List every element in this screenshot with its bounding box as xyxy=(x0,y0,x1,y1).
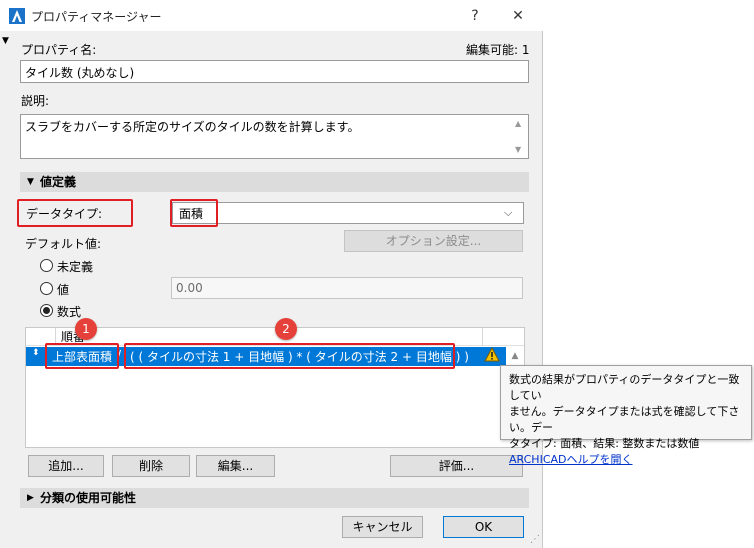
archicad-logo-icon xyxy=(9,8,25,24)
radio-undefined-label: 未定義 xyxy=(57,260,94,274)
expression-highlight xyxy=(124,343,455,369)
resize-grip-icon[interactable]: ⋰ xyxy=(530,535,540,545)
warning-icon[interactable] xyxy=(484,347,500,362)
cancel-button[interactable]: キャンセル xyxy=(342,516,423,538)
radio-formula[interactable] xyxy=(40,304,53,317)
window-title: プロパティマネージャー xyxy=(31,10,162,24)
help-button[interactable]: ? xyxy=(466,7,484,25)
description-text: スラブをカバーする所定のサイズのタイルの数を計算します。 xyxy=(25,120,360,134)
classification-label: 分類の使用可能性 xyxy=(40,491,137,505)
scroll-down-icon[interactable]: ▼ xyxy=(515,145,521,154)
title-bar: プロパティマネージャー ? ✕ xyxy=(0,0,543,31)
help-link[interactable]: ARCHICADヘルプを開く xyxy=(509,452,743,468)
warning-tooltip: 数式の結果がプロパティのデータタイプと一致してい ません。データタイプまたは式を… xyxy=(500,365,752,466)
default-value-label: デフォルト値: xyxy=(25,237,102,251)
expanded-triangle-icon: ▼ xyxy=(27,177,34,187)
classification-section[interactable]: ▶ 分類の使用可能性 xyxy=(20,488,529,508)
evaluate-button[interactable]: 評価... xyxy=(390,455,523,477)
option-settings-button[interactable]: オプション設定... xyxy=(344,230,523,252)
data-type-value: 面積 xyxy=(179,207,204,221)
property-name-label: プロパティ名: xyxy=(21,43,97,57)
collapse-arrow-icon[interactable]: ▼ xyxy=(2,36,9,46)
value-definition-section[interactable]: ▼ 値定義 xyxy=(20,172,529,192)
radio-undefined[interactable] xyxy=(40,259,53,272)
property-name-field[interactable]: タイル数 (丸めなし) xyxy=(20,60,529,83)
radio-value-label: 値 xyxy=(57,283,70,297)
chevron-down-icon: ⌵ xyxy=(504,206,513,219)
reorder-handle-icon[interactable]: ⬍ xyxy=(32,348,40,358)
description-label: 説明: xyxy=(21,94,50,108)
radio-formula-label: 数式 xyxy=(57,305,82,319)
ok-button[interactable]: OK xyxy=(443,516,524,538)
value-definition-label: 値定義 xyxy=(40,175,77,189)
callout-badge-2: 2 xyxy=(275,318,297,340)
tooltip-line-3: タタイプ: 面積、結果: 整数または数値 xyxy=(509,437,700,450)
collapsed-triangle-icon: ▶ xyxy=(27,493,34,503)
add-button[interactable]: 追加... xyxy=(28,455,104,477)
scroll-up-icon[interactable]: ▲ xyxy=(515,119,521,128)
column-divider xyxy=(482,328,483,346)
value-field[interactable]: 0.00 xyxy=(171,277,523,299)
tooltip-line-1: 数式の結果がプロパティのデータタイプと一致してい xyxy=(509,373,740,402)
param-highlight xyxy=(45,343,119,369)
edit-count-label: 編集可能: 1 xyxy=(466,43,530,57)
description-field[interactable]: スラブをカバーする所定のサイズのタイルの数を計算します。 xyxy=(20,114,529,159)
delete-button[interactable]: 削除 xyxy=(112,455,190,477)
callout-badge-1: 1 xyxy=(75,318,97,340)
radio-value[interactable] xyxy=(40,282,53,295)
data-type-select[interactable]: ⌵ xyxy=(172,202,524,224)
edit-button[interactable]: 編集... xyxy=(196,455,275,477)
row-scroll-up-icon[interactable]: ▲ xyxy=(506,347,524,366)
tooltip-line-2: ません。データタイプまたは式を確認して下さい。デー xyxy=(509,405,740,434)
close-button[interactable]: ✕ xyxy=(509,7,527,25)
data-type-label: データタイプ: xyxy=(26,207,103,221)
